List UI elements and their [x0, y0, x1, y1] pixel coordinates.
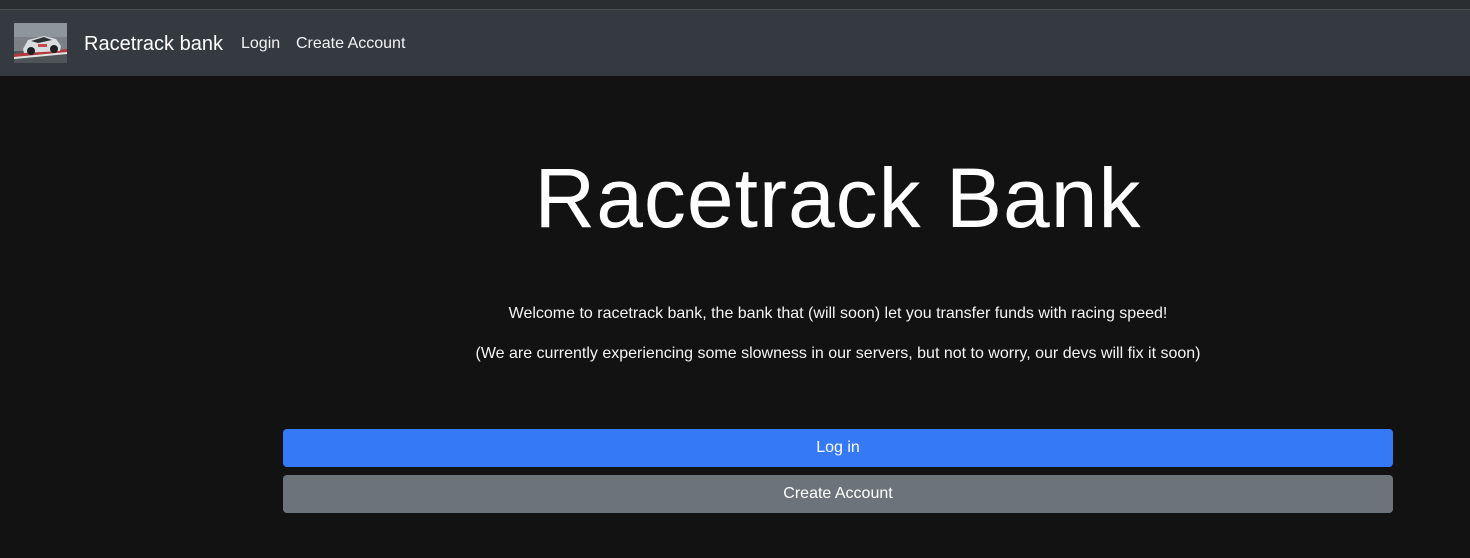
brand-name[interactable]: Racetrack bank — [84, 32, 223, 56]
nav-login-link[interactable]: Login — [241, 34, 280, 54]
page-title: Racetrack Bank — [534, 151, 1142, 245]
nav-create-account-link[interactable]: Create Account — [296, 34, 405, 54]
race-car-logo-icon[interactable] — [14, 23, 67, 63]
login-button[interactable]: Log in — [283, 429, 1393, 467]
welcome-text: Welcome to racetrack bank, the bank that… — [508, 305, 1168, 322]
navbar: Racetrack bank Login Create Account — [0, 10, 1470, 76]
browser-top-strip — [0, 0, 1470, 10]
status-notice-text: (We are currently experiencing some slow… — [475, 345, 1201, 362]
create-account-button[interactable]: Create Account — [283, 475, 1393, 513]
